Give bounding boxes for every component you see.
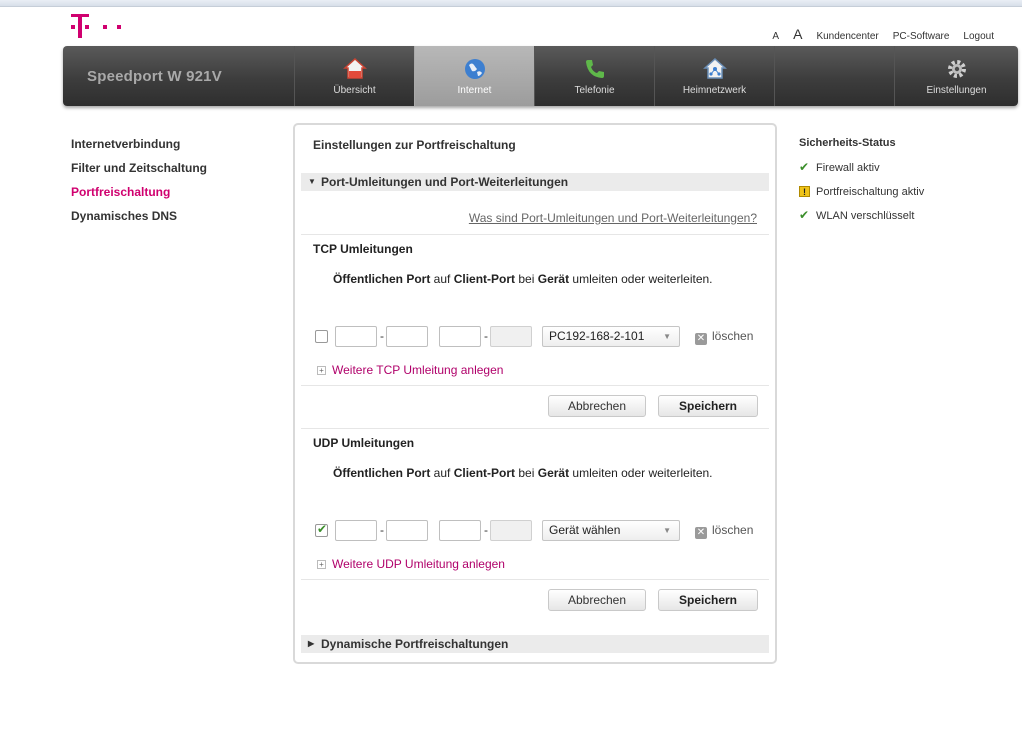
nav-tab-internet[interactable]: Internet [414, 46, 534, 106]
logout-link[interactable]: Logout [963, 31, 994, 42]
udp-delete-button[interactable]: ✕ löschen [695, 523, 753, 539]
nav-tab-empty [774, 46, 894, 106]
divider [301, 579, 769, 580]
check-icon: ✔ [799, 160, 810, 174]
home-network-icon [702, 57, 727, 79]
close-icon: ✕ [695, 333, 707, 345]
udp-rule-checkbox[interactable] [315, 522, 328, 537]
divider [301, 428, 769, 429]
close-icon: ✕ [695, 527, 707, 539]
divider [301, 385, 769, 386]
phone-icon [585, 60, 604, 78]
tcp-heading: TCP Umleitungen [313, 242, 413, 256]
portfreischaltung-panel: Einstellungen zur Portfreischaltung ▼ Po… [293, 123, 777, 664]
udp-description: Öffentlichen Port auf Client-Port bei Ge… [333, 466, 713, 480]
udp-public-port-from[interactable] [335, 520, 377, 541]
udp-device-select[interactable]: Gerät wählen ▼ [542, 520, 680, 541]
house-icon [342, 57, 367, 79]
divider [301, 234, 769, 235]
status-item-portfreischaltung: ! Portfreischaltung aktiv [799, 186, 924, 210]
nav-tab-label: Heimnetzwerk [682, 85, 747, 96]
tcp-save-button[interactable]: Speichern [658, 395, 758, 417]
security-status: Sicherheits-Status ✔ Firewall aktiv ! Port… [799, 137, 924, 234]
nav-tab-einstellungen[interactable]: Einstellungen [894, 46, 1018, 106]
tcp-delete-button[interactable]: ✕ löschen [695, 329, 753, 345]
main-navbar: Speedport W 921V Übersicht Internet Tele… [63, 46, 1018, 106]
top-links: A A Kundencenter PC-Software Logout [772, 26, 994, 42]
udp-client-port-from[interactable] [439, 520, 481, 541]
tcp-rule-row: - - PC192-168-2-101 ▼ ✕ löschen [315, 326, 765, 348]
tcp-client-port-from[interactable] [439, 326, 481, 347]
font-size-large-link[interactable]: A [793, 26, 802, 42]
product-name: Speedport W 921V [87, 68, 222, 85]
pc-software-link[interactable]: PC-Software [893, 31, 950, 42]
udp-rule-row: - - Gerät wählen ▼ ✕löschen [315, 520, 765, 542]
sidebar-item-portfreischaltung[interactable]: Portfreischaltung [71, 185, 207, 209]
nav-tab-telefonie[interactable]: Telefonie [534, 46, 654, 106]
section-label: Port-Umleitungen und Port-Weiterleitunge… [321, 175, 569, 189]
chevron-down-icon: ▼ [663, 526, 671, 535]
tcp-public-port-to[interactable] [386, 326, 428, 347]
sidebar-item-internetverbindung[interactable]: Internetverbindung [71, 137, 207, 161]
status-item-firewall: ✔ Firewall aktiv [799, 160, 880, 174]
plus-icon: + [317, 366, 326, 375]
warning-icon: ! [799, 186, 810, 197]
tcp-device-select[interactable]: PC192-168-2-101 ▼ [542, 326, 680, 347]
status-item-wlan: ✔ WLAN verschlüsselt [799, 208, 915, 222]
nav-tab-label: Internet [457, 85, 492, 96]
udp-heading: UDP Umleitungen [313, 436, 415, 450]
section-label: Dynamische Portfreischaltungen [321, 637, 509, 651]
section-dynamische-portfreischaltungen[interactable]: ▶ Dynamische Portfreischaltungen [301, 635, 769, 653]
telekom-logo-icon [71, 14, 121, 38]
udp-cancel-button[interactable]: Abbrechen [548, 589, 646, 611]
sidebar-item-dynamisches-dns[interactable]: Dynamisches DNS [71, 209, 207, 233]
tcp-client-port-to [490, 326, 532, 347]
nav-tab-uebersicht[interactable]: Übersicht [294, 46, 414, 106]
browser-top-strip [0, 0, 1022, 7]
gear-icon [947, 60, 966, 78]
panel-title: Einstellungen zur Portfreischaltung [313, 138, 516, 152]
udp-public-port-to[interactable] [386, 520, 428, 541]
udp-save-button[interactable]: Speichern [658, 589, 758, 611]
tcp-rule-checkbox[interactable] [315, 330, 328, 343]
tcp-cancel-button[interactable]: Abbrechen [548, 395, 646, 417]
nav-tab-label: Übersicht [333, 85, 376, 96]
sidebar-nav: Internetverbindung Filter und Zeitschalt… [71, 137, 207, 233]
help-link[interactable]: Was sind Port-Umleitungen und Port-Weite… [469, 211, 757, 225]
add-udp-rule-link[interactable]: + Weitere UDP Umleitung anlegen [317, 557, 505, 571]
triangle-right-icon: ▶ [308, 639, 315, 648]
nav-tab-label: Telefonie [574, 85, 615, 96]
globe-icon [464, 59, 485, 79]
nav-tab-heimnetzwerk[interactable]: Heimnetzwerk [654, 46, 774, 106]
chevron-down-icon: ▼ [663, 332, 671, 341]
sidebar-item-filter[interactable]: Filter und Zeitschaltung [71, 161, 207, 185]
kundencenter-link[interactable]: Kundencenter [816, 31, 878, 42]
font-size-small-link[interactable]: A [772, 31, 779, 42]
triangle-down-icon: ▼ [308, 177, 316, 186]
add-tcp-rule-link[interactable]: + Weitere TCP Umleitung anlegen [317, 363, 503, 377]
security-status-heading: Sicherheits-Status [799, 137, 896, 149]
tcp-description: Öffentlichen Port auf Client-Port bei Ge… [333, 272, 713, 286]
section-port-umleitungen[interactable]: ▼ Port-Umleitungen und Port-Weiterleitun… [301, 173, 769, 191]
check-icon: ✔ [799, 208, 810, 222]
plus-icon: + [317, 560, 326, 569]
nav-tab-label: Einstellungen [926, 85, 987, 96]
udp-client-port-to [490, 520, 532, 541]
tcp-public-port-from[interactable] [335, 326, 377, 347]
